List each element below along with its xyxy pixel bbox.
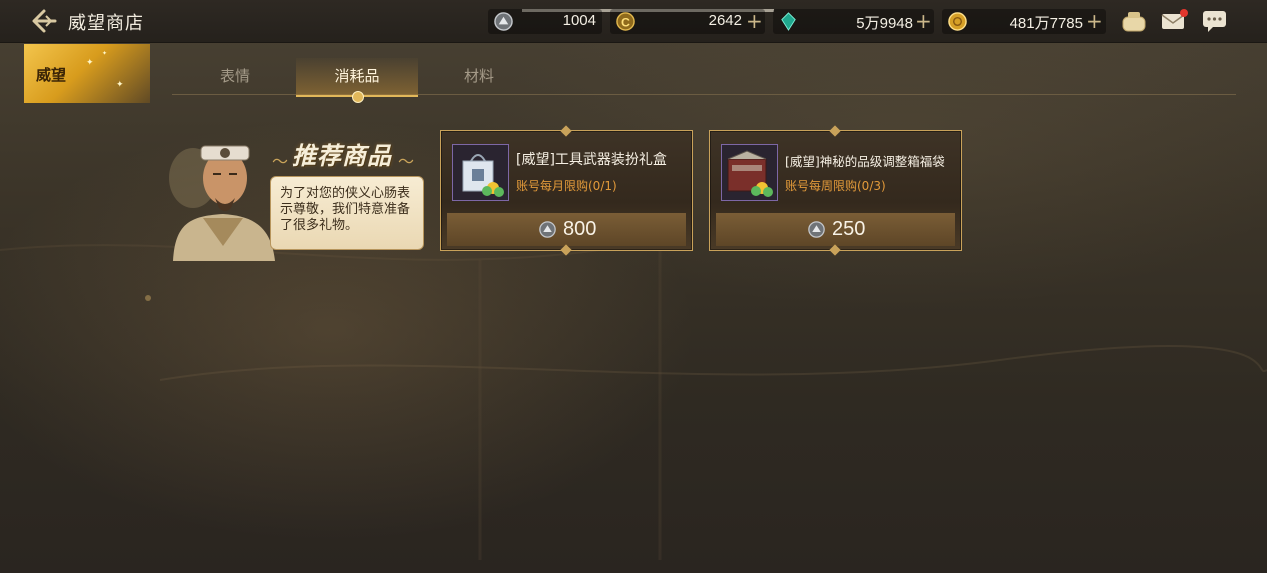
product-price: 250 [832,218,866,240]
mystery-box-icon [727,150,773,197]
flourish-left-icon: 〜 [272,152,289,171]
resource-value: 2642 [708,12,742,29]
mail-icon [1161,9,1188,29]
tab-materials[interactable]: 材料 [418,58,540,95]
prestige-coin-icon [539,221,556,238]
resource-green-gem: 5万9948 + [773,9,934,34]
product-card[interactable]: [威望]工具武器装扮礼盒 账号每月限购(0/1) 800 [440,125,693,256]
sparkle-icon: ✦ [86,58,94,68]
treasure-bag-icon [1122,12,1146,32]
treasure-bag-button[interactable] [1120,8,1148,34]
gold-c-coin-icon: C [616,12,635,31]
card-notch-icon [829,244,841,256]
active-tab-marker-icon [352,91,364,103]
flourish-right-icon: 〜 [398,152,415,171]
resource-value: 481万7785 [1009,15,1083,32]
card-notch-icon [560,125,572,137]
mail-button[interactable] [1160,8,1188,34]
add-c-coin-button[interactable]: + [746,9,763,34]
tab-label: 消耗品 [334,67,380,85]
top-bar: 威望商店 1004 C 2642 + 5万9948 + 481万7785 + [0,0,1267,43]
resource-prestige: 1004 [488,9,602,34]
npc-speech-bubble: 为了对您的侠义心肠表示尊敬，我们特意准备了很多礼物。 [270,176,424,250]
product-card[interactable]: [威望]神秘的品级调整箱福袋 账号每周限购(0/3) 250 [709,125,962,256]
sparkle-icon: ✦ [102,50,108,57]
green-gem-icon [781,12,796,31]
back-arrow-icon [32,9,57,33]
sparkle-icon: ✦ [116,80,124,90]
tab-consumables[interactable]: 消耗品 [296,58,418,103]
resource-gold-coin: 481万7785 + [942,9,1106,34]
svg-text:C: C [621,15,630,29]
chat-icon [1203,11,1226,32]
add-gem-button[interactable]: + [915,9,932,34]
tab-label: 材料 [463,67,494,85]
purchase-limit: 账号每月限购(0/1) [516,179,617,193]
gift-bag-icon [462,154,504,197]
category-tab-prestige[interactable]: 威望 ✦ ✦ ✦ [24,44,150,103]
product-thumbnail [452,144,509,201]
category-label: 威望 [36,66,67,84]
product-thumbnail [721,144,778,201]
recommend-title: 推荐商品 [292,141,392,170]
card-notch-icon [560,244,572,256]
prestige-coin-icon [494,12,513,31]
back-button[interactable] [30,8,58,34]
npc-portrait [169,145,275,261]
resource-value: 1004 [562,12,596,29]
product-name: [威望]神秘的品级调整箱福袋 [785,154,945,169]
resource-c-coin: C 2642 + [610,9,765,34]
tab-emotes[interactable]: 表情 [174,58,296,95]
chat-button[interactable] [1201,8,1229,34]
product-price: 800 [563,218,597,240]
price-bar: 250 [716,213,955,246]
purchase-limit: 账号每周限购(0/3) [785,179,886,193]
gold-coin-icon [948,12,967,31]
prestige-coin-icon [808,221,825,238]
resource-value: 5万9948 [856,15,913,32]
price-bar: 800 [447,213,686,246]
add-gold-button[interactable]: + [1086,9,1103,34]
tab-label: 表情 [219,67,250,85]
product-name: [威望]工具武器装扮礼盒 [516,152,667,168]
page-title: 威望商店 [68,13,144,34]
card-notch-icon [829,125,841,137]
